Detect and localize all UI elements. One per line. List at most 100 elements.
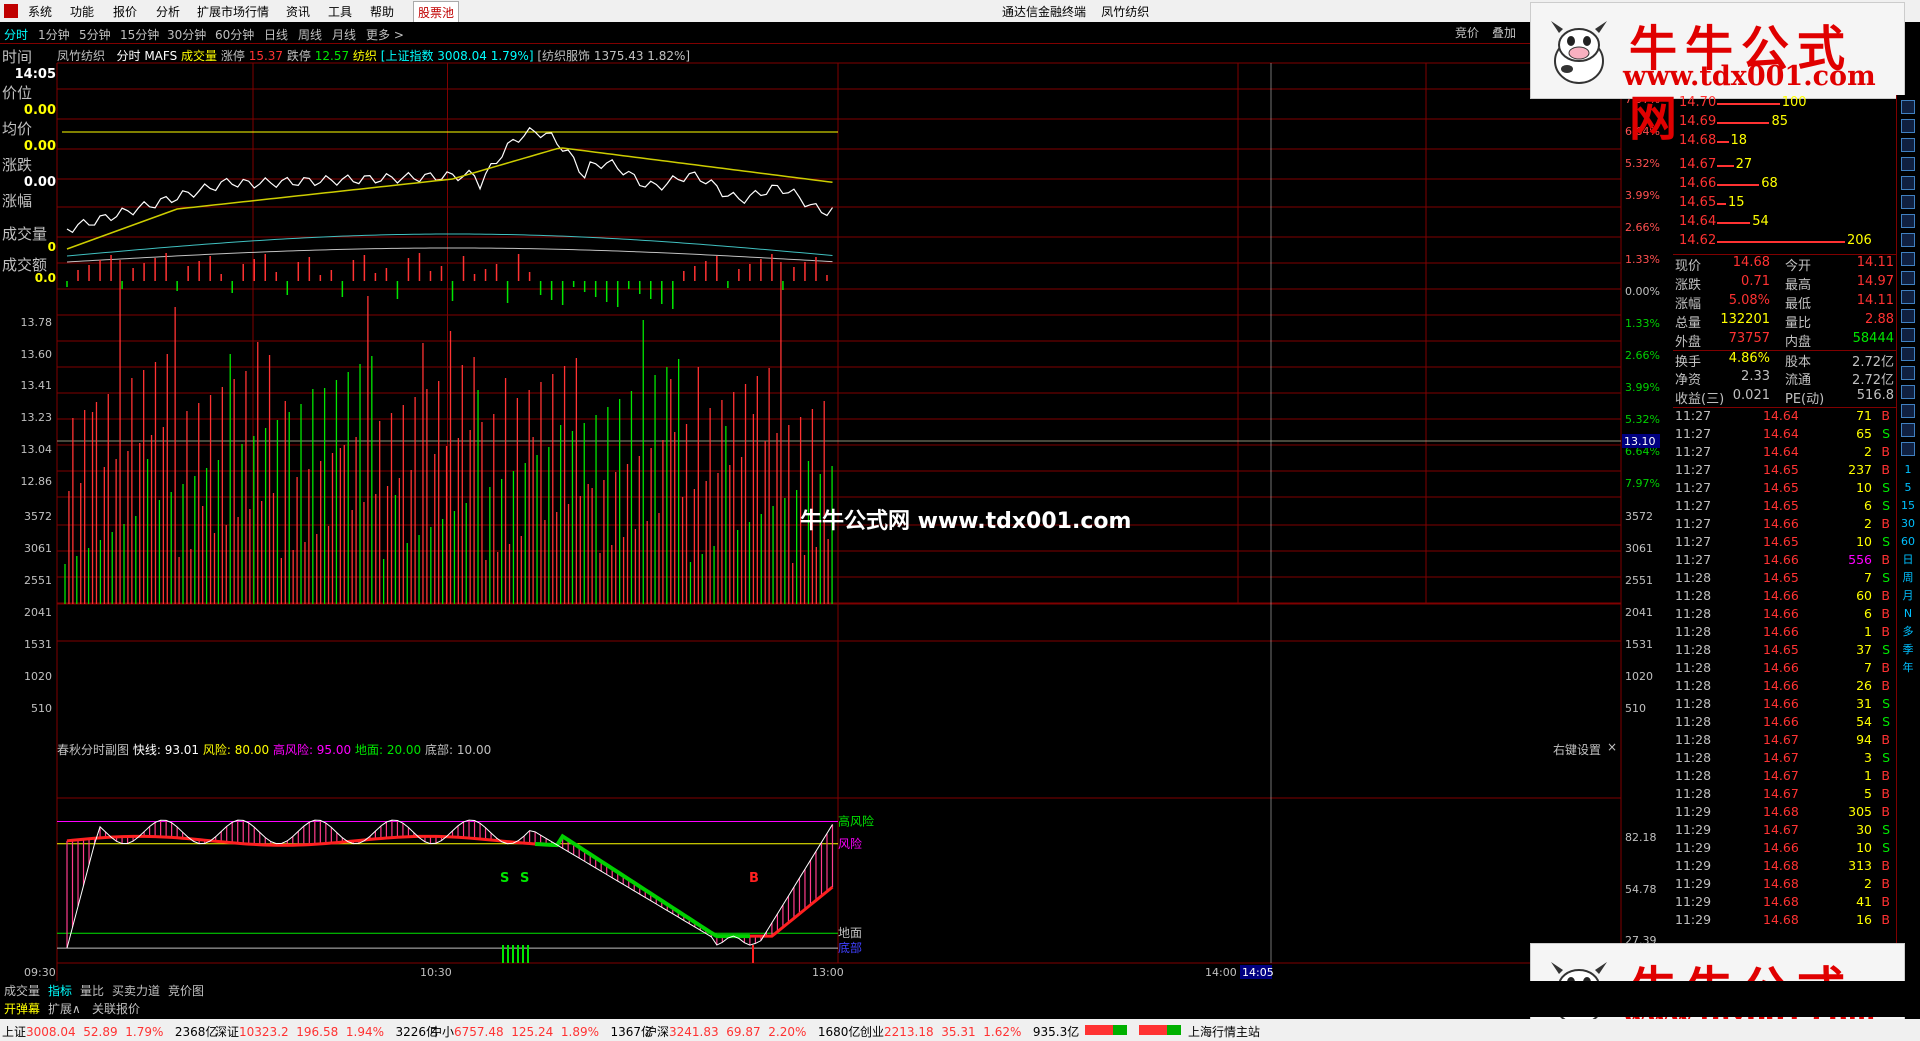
close-icon[interactable]: × bbox=[1607, 740, 1617, 754]
auction-button[interactable]: 竞价 bbox=[1455, 22, 1479, 44]
btab-indicator[interactable]: 指标 bbox=[48, 982, 72, 999]
order-book-row[interactable]: 14.66 68 bbox=[1673, 176, 1896, 195]
tab-daily[interactable]: 日线 bbox=[264, 26, 288, 43]
toolbar-icon[interactable] bbox=[1901, 366, 1915, 380]
tick-volume: 6 bbox=[1864, 606, 1872, 621]
tab-1min[interactable]: 1分钟 bbox=[38, 26, 70, 43]
period-shortcut[interactable]: 60 bbox=[1897, 533, 1919, 551]
menu-ext-market[interactable]: 扩展市场行情 bbox=[197, 3, 269, 20]
toolbar-icon[interactable] bbox=[1901, 404, 1915, 418]
period-shortcut[interactable]: 15 bbox=[1897, 497, 1919, 515]
tick-price: 14.66 bbox=[1763, 552, 1799, 567]
toolbar-icon[interactable] bbox=[1901, 309, 1915, 323]
period-shortcut[interactable]: 1 bbox=[1897, 461, 1919, 479]
toolbar-icon[interactable] bbox=[1901, 442, 1915, 456]
period-shortcut[interactable]: 多 bbox=[1897, 623, 1919, 641]
toolbar-icon[interactable] bbox=[1901, 176, 1915, 190]
toolbar-icon[interactable] bbox=[1901, 328, 1915, 342]
period-shortcut[interactable]: 月 bbox=[1897, 587, 1919, 605]
tick-side: B bbox=[1881, 876, 1890, 891]
vol-ma-line-2 bbox=[66, 247, 833, 263]
menu-function[interactable]: 功能 bbox=[70, 3, 94, 20]
avg-label: 均价 bbox=[2, 120, 33, 138]
menu-stock-pool[interactable]: 股票池 bbox=[413, 1, 460, 24]
pct-tick-right: 2.66% bbox=[1625, 349, 1660, 362]
tab-30min[interactable]: 30分钟 bbox=[167, 26, 206, 43]
period-shortcut[interactable]: 周 bbox=[1897, 569, 1919, 587]
toolbar-icon[interactable] bbox=[1901, 119, 1915, 133]
tab-monthly[interactable]: 月线 bbox=[332, 26, 356, 43]
order-book-row[interactable]: 14.69 85 bbox=[1673, 114, 1896, 133]
order-book-row[interactable]: 14.64 54 bbox=[1673, 214, 1896, 233]
period-shortcut[interactable]: 季 bbox=[1897, 641, 1919, 659]
btab-volume[interactable]: 成交量 bbox=[4, 982, 40, 999]
period-shortcut[interactable]: 年 bbox=[1897, 659, 1919, 677]
period-shortcut[interactable]: 日 bbox=[1897, 551, 1919, 569]
tab-5min[interactable]: 5分钟 bbox=[79, 26, 111, 43]
time-tick: 10:30 bbox=[420, 966, 452, 979]
indicator-tick: 82.18 bbox=[1625, 831, 1657, 844]
vol-tick-left: 2551 bbox=[24, 574, 52, 587]
toolbar-icon[interactable] bbox=[1901, 385, 1915, 399]
tick-volume: 7 bbox=[1864, 660, 1872, 675]
tab-more[interactable]: 更多 > bbox=[366, 26, 404, 43]
order-book-row[interactable]: 14.68 18 bbox=[1673, 133, 1896, 152]
indicator-slow-line bbox=[66, 834, 834, 938]
status-zx[interactable]: 中小6757.48 125.24 1.89% 1367亿 bbox=[430, 1023, 653, 1040]
quote-label: 外盘 bbox=[1675, 335, 1702, 350]
period-shortcut[interactable]: N bbox=[1897, 605, 1919, 623]
status-cy[interactable]: 创业2213.18 35.31 1.62% 935.3亿 bbox=[860, 1023, 1079, 1040]
toolbar-icon[interactable] bbox=[1901, 157, 1915, 171]
toolbar-icon[interactable] bbox=[1901, 138, 1915, 152]
toolbar-icon[interactable] bbox=[1901, 271, 1915, 285]
period-shortcut[interactable]: 5 bbox=[1897, 479, 1919, 497]
status-sh[interactable]: 上证3008.04 52.89 1.79% 2368亿 bbox=[2, 1023, 217, 1040]
tab-60min[interactable]: 60分钟 bbox=[215, 26, 254, 43]
order-book-row[interactable]: 14.65 15 bbox=[1673, 195, 1896, 214]
menu-help[interactable]: 帮助 bbox=[370, 3, 394, 20]
menu-analysis[interactable]: 分析 bbox=[156, 3, 180, 20]
menu-system[interactable]: 系统 bbox=[28, 3, 52, 20]
btab-volume-ratio[interactable]: 量比 bbox=[80, 982, 104, 999]
btab-expand[interactable]: 扩展∧ bbox=[48, 1000, 81, 1017]
menu-info[interactable]: 资讯 bbox=[286, 3, 310, 20]
btab-buy-sell-force[interactable]: 买卖力道 bbox=[112, 982, 160, 999]
toolbar-icon[interactable] bbox=[1901, 423, 1915, 437]
tick-price: 14.66 bbox=[1763, 624, 1799, 639]
tick-side: B bbox=[1881, 588, 1890, 603]
server-name[interactable]: 上海行情主站 bbox=[1188, 1023, 1260, 1040]
order-book-row[interactable]: 14.70 100 bbox=[1673, 95, 1896, 114]
tick-volume: 3 bbox=[1864, 750, 1872, 765]
indicator-settings[interactable]: 右键设置 bbox=[1553, 741, 1601, 758]
menu-tools[interactable]: 工具 bbox=[328, 3, 352, 20]
tick-price: 14.67 bbox=[1763, 732, 1799, 747]
toolbar-icon[interactable] bbox=[1901, 195, 1915, 209]
tab-intraday[interactable]: 分时 bbox=[4, 26, 28, 43]
btab-danmaku[interactable]: 开弹幕 bbox=[4, 1000, 40, 1017]
btab-auction-chart[interactable]: 竞价图 bbox=[168, 982, 204, 999]
toolbar-icon[interactable] bbox=[1901, 100, 1915, 114]
period-shortcut[interactable]: 30 bbox=[1897, 515, 1919, 533]
btab-related-quote[interactable]: 关联报价 bbox=[92, 1000, 140, 1017]
toolbar-icon[interactable] bbox=[1901, 290, 1915, 304]
quote-row: 换手 4.86% 股本 2.72亿 bbox=[1673, 350, 1896, 370]
tick-row: 11:27 14.65 10 S bbox=[1673, 480, 1896, 498]
tick-volume: 94 bbox=[1856, 732, 1872, 747]
status-sz[interactable]: 深证10323.2 196.58 1.94% 3226亿 bbox=[215, 1023, 438, 1040]
info-indicator[interactable]: MAFS bbox=[144, 49, 177, 63]
order-book-row[interactable]: 14.62 206 bbox=[1673, 233, 1896, 252]
overlay-button[interactable]: 叠加 bbox=[1492, 22, 1516, 44]
menu-quote[interactable]: 报价 bbox=[113, 3, 137, 20]
tab-weekly[interactable]: 周线 bbox=[298, 26, 322, 43]
toolbar-icon[interactable] bbox=[1901, 233, 1915, 247]
tick-side: B bbox=[1881, 660, 1890, 675]
indicator-title[interactable]: 春秋分时副图 bbox=[57, 743, 129, 757]
tab-15min[interactable]: 15分钟 bbox=[120, 26, 159, 43]
status-hs[interactable]: 沪深3241.83 69.87 2.20% 1680亿 bbox=[645, 1023, 860, 1040]
vol-tick-left: 1020 bbox=[24, 670, 52, 683]
order-book-row[interactable]: 14.67 27 bbox=[1673, 157, 1896, 176]
toolbar-icon[interactable] bbox=[1901, 252, 1915, 266]
toolbar-icon[interactable] bbox=[1901, 214, 1915, 228]
tick-time: 11:28 bbox=[1675, 750, 1712, 765]
toolbar-icon[interactable] bbox=[1901, 347, 1915, 361]
